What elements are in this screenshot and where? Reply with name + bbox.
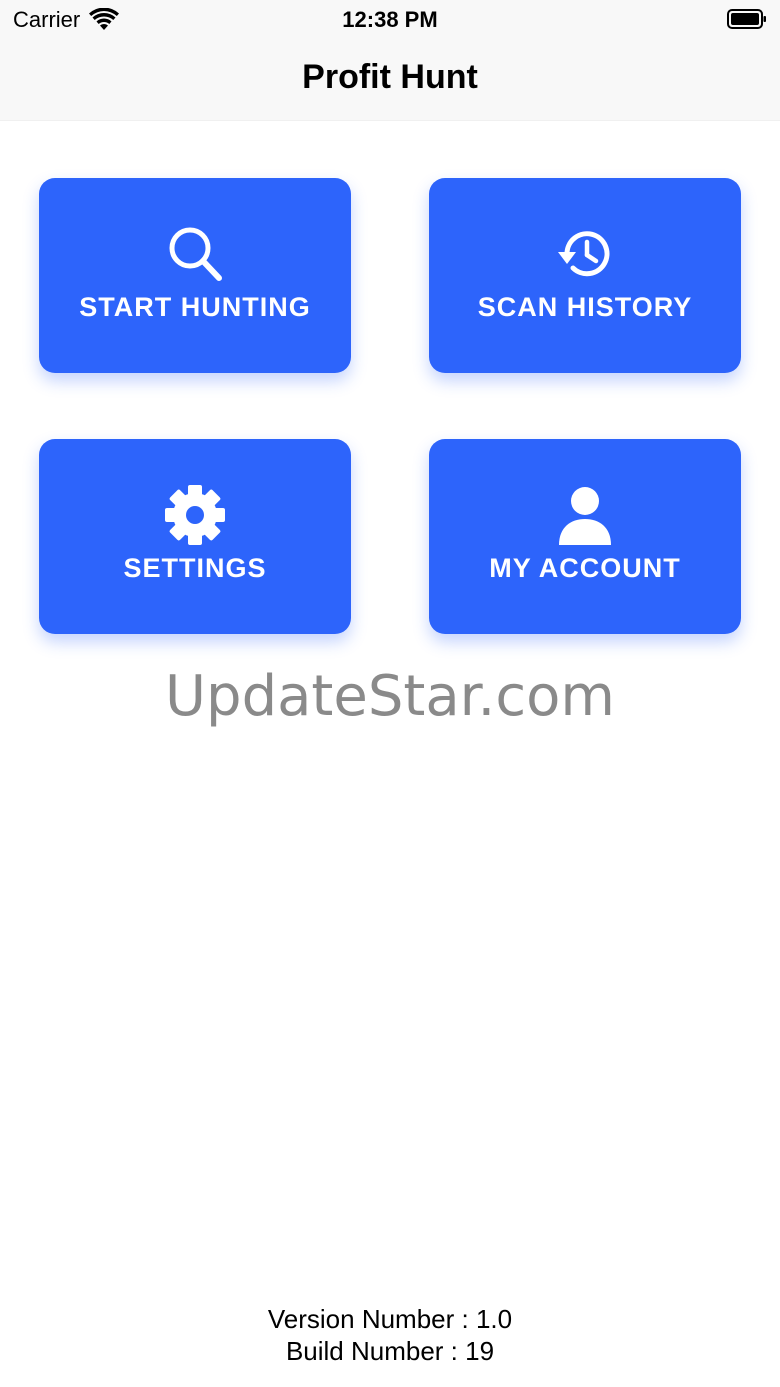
status-bar: Carrier 12:38 PM xyxy=(0,0,780,40)
user-icon xyxy=(429,483,741,547)
settings-button[interactable]: SETTINGS xyxy=(39,439,351,634)
scan-history-label: SCAN HISTORY xyxy=(477,292,693,322)
gear-icon xyxy=(39,483,351,547)
scan-history-button[interactable]: SCAN HISTORY xyxy=(429,178,741,373)
version-number: Version Number : 1.0 xyxy=(267,1304,513,1334)
settings-label: SETTINGS xyxy=(123,553,267,583)
my-account-label: MY ACCOUNT xyxy=(489,553,681,583)
navigation-bar: Profit Hunt xyxy=(0,40,780,121)
page-title: Profit Hunt xyxy=(302,58,478,96)
build-number: Build Number : 19 xyxy=(285,1336,495,1366)
start-hunting-button[interactable]: START HUNTING xyxy=(39,178,351,373)
my-account-button[interactable]: MY ACCOUNT xyxy=(429,439,741,634)
battery-icon xyxy=(727,9,767,29)
app-version-info: Version Number : 1.0 Build Number : 19 xyxy=(0,1303,780,1367)
history-icon xyxy=(429,222,741,286)
watermark-text: UpdateStar.com xyxy=(165,664,615,729)
search-icon xyxy=(39,222,351,286)
status-time: 12:38 PM xyxy=(342,7,438,32)
start-hunting-label: START HUNTING xyxy=(79,292,311,322)
